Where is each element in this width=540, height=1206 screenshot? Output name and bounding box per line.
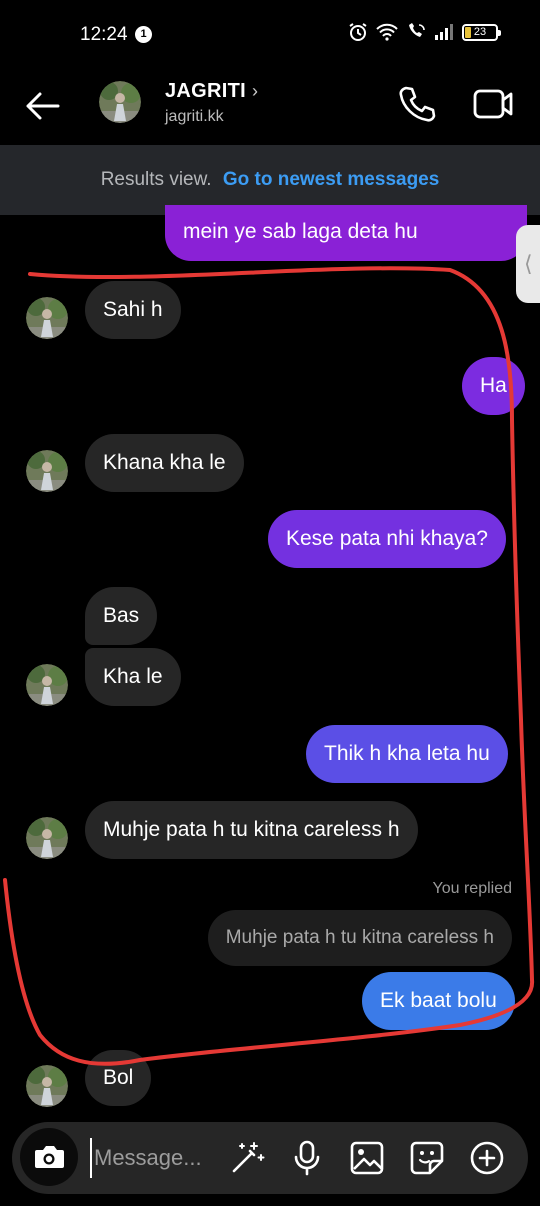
status-bar: 12:24 1 23 — [0, 0, 540, 68]
status-time: 12:24 — [80, 24, 128, 45]
message-text: Sahi h — [103, 298, 163, 321]
message-input[interactable] — [90, 1138, 220, 1178]
chevron-right-icon[interactable]: › — [252, 81, 258, 102]
message-composer — [12, 1122, 528, 1194]
message-bubble-received[interactable]: Kha le — [85, 648, 181, 706]
wifi-icon — [376, 23, 398, 41]
chat-header: JAGRITI › jagriti.kk — [0, 68, 540, 144]
battery-level: 23 — [473, 25, 487, 38]
back-arrow-icon[interactable] — [22, 86, 62, 126]
message-text: Kese pata nhi khaya? — [286, 527, 488, 550]
message-text: Muhje pata h tu kitna careless h — [103, 818, 400, 841]
avatar — [26, 450, 68, 492]
message-text: Bol — [103, 1066, 134, 1089]
message-text: mein ye sab laga deta hu — [183, 220, 418, 243]
avatar — [26, 1065, 68, 1107]
alarm-icon — [349, 23, 367, 41]
signal-icon — [435, 24, 453, 40]
results-label: Results view. — [100, 169, 212, 190]
sticker-icon[interactable] — [408, 1139, 446, 1177]
go-to-newest-link[interactable]: Go to newest messages — [223, 169, 439, 190]
message-bubble-sent[interactable]: Kese pata nhi khaya? — [268, 510, 506, 568]
message-bubble-sent[interactable]: mein ye sab laga deta hu — [165, 205, 527, 261]
message-bubble-received[interactable]: Sahi h — [85, 281, 181, 339]
contact-name[interactable]: JAGRITI — [165, 80, 246, 103]
gallery-icon[interactable] — [348, 1139, 386, 1177]
camera-button[interactable] — [20, 1128, 78, 1186]
battery-icon: 23 — [462, 23, 501, 41]
message-text: Ek baat bolu — [380, 989, 497, 1012]
quoted-message[interactable]: Muhje pata h tu kitna careless h — [207, 910, 512, 966]
microphone-icon[interactable] — [288, 1139, 326, 1177]
message-bubble-sent[interactable]: Ek baat bolu — [362, 972, 515, 1030]
message-text: Bas — [103, 604, 140, 627]
message-text: Kha le — [103, 665, 163, 688]
quoted-text: Muhje pata h tu kitna careless h — [225, 927, 494, 948]
message-bubble-received[interactable]: Bol — [85, 1050, 152, 1106]
magic-wand-icon[interactable] — [228, 1139, 266, 1177]
message-text: Thik h kha leta hu — [324, 742, 490, 765]
message-text: Ha — [480, 374, 507, 397]
message-bubble-received[interactable]: Muhje pata h tu kitna careless h — [85, 801, 418, 859]
message-bubble-received[interactable]: Bas — [85, 587, 158, 645]
avatar — [26, 817, 68, 859]
avatar — [26, 664, 68, 706]
wifi-calling-icon — [409, 23, 425, 37]
you-replied-label: You replied — [432, 880, 512, 897]
avatar[interactable] — [99, 81, 141, 123]
phone-icon[interactable] — [397, 84, 437, 124]
message-text: Khana kha le — [103, 451, 226, 474]
camera-icon — [35, 1146, 64, 1168]
message-bubble-sent[interactable]: Ha — [462, 357, 525, 415]
message-bubble-sent[interactable]: Thik h kha leta hu — [306, 725, 508, 783]
plus-icon[interactable] — [468, 1139, 506, 1177]
avatar — [26, 297, 68, 339]
side-panel-handle[interactable]: ⟨ — [516, 225, 540, 303]
contact-username: jagriti.kk — [165, 108, 224, 125]
notification-badge: 1 — [135, 26, 152, 43]
message-bubble-received[interactable]: Khana kha le — [85, 434, 244, 492]
video-camera-icon[interactable] — [472, 84, 514, 124]
